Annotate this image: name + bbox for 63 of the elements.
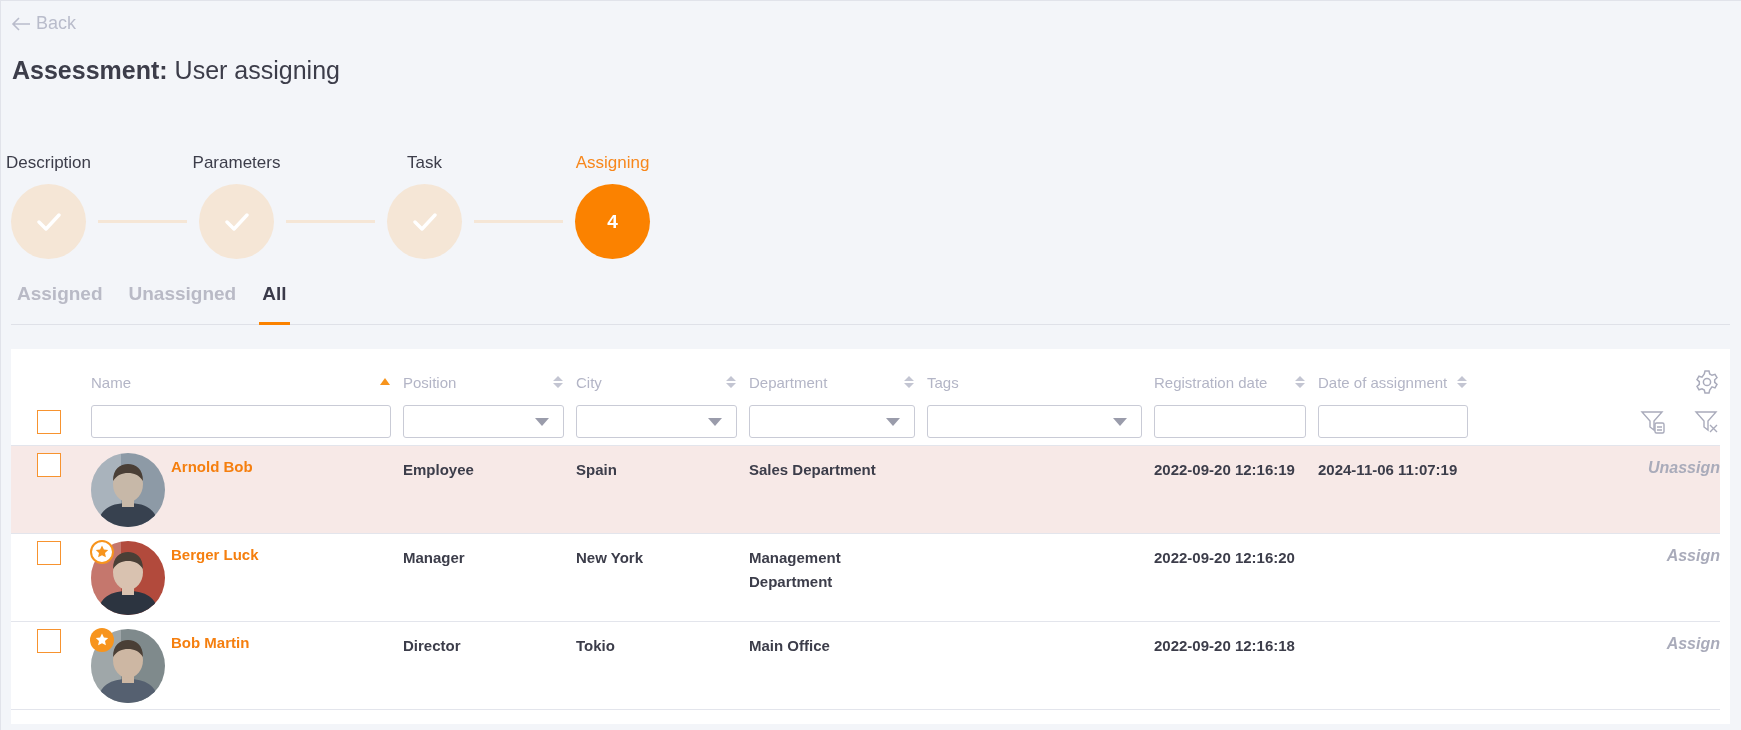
- column-header[interactable]: Registration date: [1154, 373, 1268, 391]
- caret-icon: [886, 417, 900, 426]
- check-icon: [224, 212, 249, 231]
- filter-input[interactable]: [91, 405, 391, 438]
- filter-dropdown[interactable]: [576, 405, 737, 438]
- tab[interactable]: All: [259, 279, 290, 325]
- column-header[interactable]: Position: [403, 373, 457, 391]
- column-header[interactable]: City: [576, 373, 602, 391]
- checkbox[interactable]: [37, 629, 61, 653]
- filter-input[interactable]: [1318, 405, 1468, 438]
- table-cell-text: Sales Department: [749, 460, 876, 480]
- column-header[interactable]: Date of assignment: [1318, 373, 1448, 391]
- table-cell-text: 2024-11-06 11:07:19: [1318, 460, 1458, 480]
- back-link[interactable]: Back: [11, 13, 77, 34]
- tab[interactable]: Unassigned: [125, 279, 240, 325]
- step-label: Task: [407, 153, 442, 173]
- sort-icon[interactable]: [903, 375, 915, 389]
- filter-dropdown[interactable]: [403, 405, 564, 438]
- table-cell-text: Employee: [403, 460, 474, 480]
- step-label: Assigning: [575, 153, 650, 173]
- column-header[interactable]: Department: [749, 373, 828, 391]
- step-label: Parameters: [192, 153, 281, 173]
- table-cell-text: Manager: [403, 548, 465, 568]
- page-title: Assessment: User assigning: [12, 56, 341, 85]
- checkbox[interactable]: [37, 453, 61, 477]
- filter-input[interactable]: [1154, 405, 1306, 438]
- sort-icon[interactable]: [1456, 375, 1468, 389]
- filter-dropdown[interactable]: [927, 405, 1142, 438]
- table-cell-text: Management Department: [749, 548, 842, 592]
- table-cell-text: New York: [576, 548, 643, 568]
- sort-icon[interactable]: [552, 375, 564, 389]
- arrow-left-icon: [11, 16, 31, 31]
- assign-link[interactable]: Unassign: [1648, 459, 1720, 477]
- sort-icon[interactable]: [1294, 375, 1306, 389]
- user-name-link[interactable]: Arnold Bob: [171, 458, 253, 533]
- column-header[interactable]: Tags: [927, 373, 959, 391]
- table-cell-text: 2022-09-20 12:16:18: [1154, 636, 1295, 656]
- tab[interactable]: Assigned: [14, 279, 106, 325]
- table-cell-text: Spain: [576, 460, 617, 480]
- user-name-link[interactable]: Bob Martin: [171, 634, 250, 709]
- checkbox[interactable]: [37, 541, 61, 565]
- table-cell-text: 2022-09-20 12:16:19: [1154, 460, 1295, 480]
- caret-icon: [708, 417, 722, 426]
- settings-icon[interactable]: [1694, 369, 1720, 395]
- table-cell-text: Tokio: [576, 636, 615, 656]
- caret-icon: [535, 417, 549, 426]
- column-header[interactable]: Name: [91, 373, 131, 391]
- caret-icon: [1113, 417, 1127, 426]
- table-cell-text: Director: [403, 636, 461, 656]
- assign-link[interactable]: Assign: [1666, 635, 1720, 653]
- sort-icon[interactable]: [725, 375, 737, 389]
- check-icon: [412, 212, 437, 231]
- table-cell-text: 2022-09-20 12:16:20: [1154, 548, 1295, 568]
- filter-list-icon[interactable]: [1640, 408, 1666, 435]
- step-label: Description: [6, 153, 92, 173]
- clear-filter-icon[interactable]: [1694, 408, 1720, 435]
- step-number: 4: [575, 184, 650, 259]
- filter-dropdown[interactable]: [749, 405, 915, 438]
- check-icon: [36, 212, 61, 231]
- user-name-link[interactable]: Berger Luck: [171, 546, 259, 621]
- checkbox[interactable]: [37, 409, 61, 434]
- table-cell-text: Main Office: [749, 636, 830, 656]
- assign-link[interactable]: Assign: [1666, 547, 1720, 565]
